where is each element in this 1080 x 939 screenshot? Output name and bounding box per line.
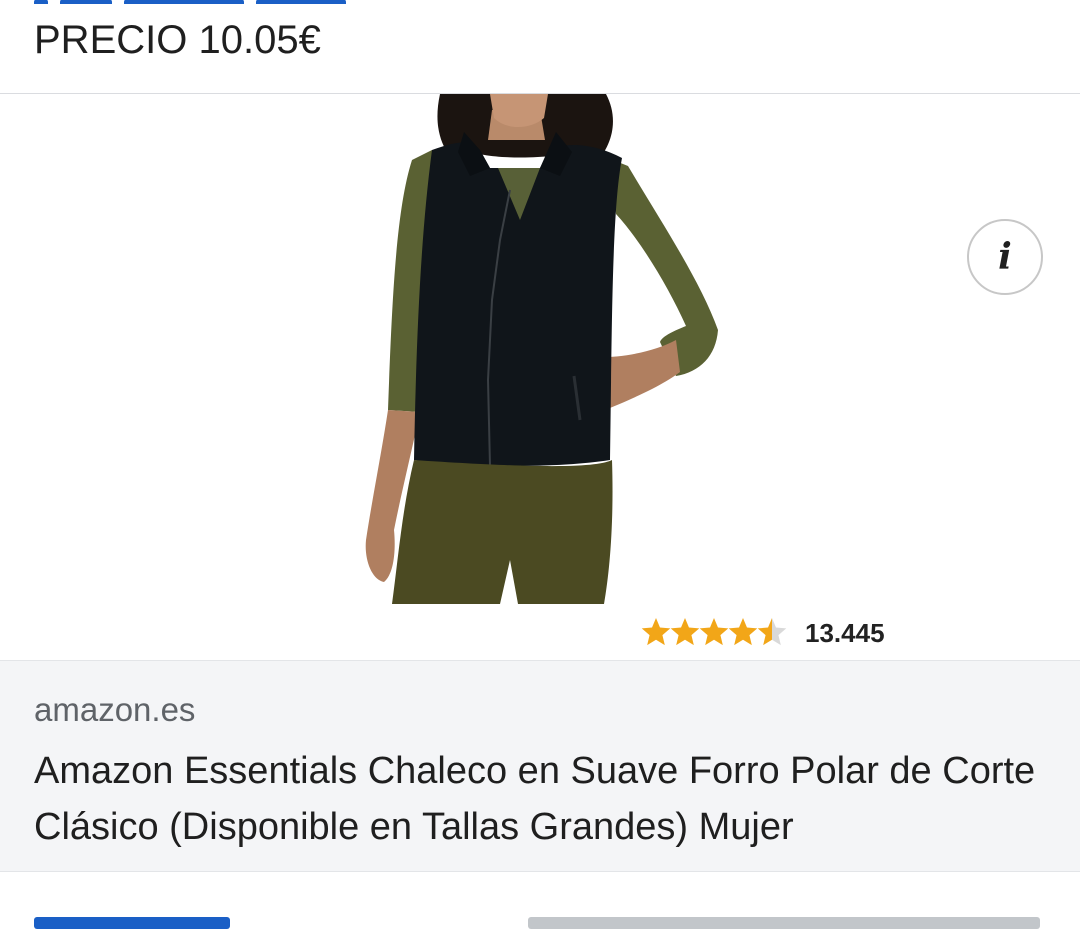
result-card[interactable]: amazon.es Amazon Essentials Chaleco en S… (0, 660, 1080, 872)
star-rating-icon (641, 618, 787, 646)
star-icon (670, 618, 700, 646)
source-domain: amazon.es (34, 691, 196, 728)
star-icon (699, 618, 729, 646)
review-count: 13.445 (805, 617, 885, 648)
star-icon (641, 618, 671, 646)
product-image[interactable]: i 13.445 (0, 94, 1080, 660)
top-link-partial[interactable] (34, 0, 346, 4)
price-text: PRECIO 10.05€ (34, 18, 321, 62)
star-icon (728, 618, 758, 646)
bottom-text-partial (528, 896, 1040, 939)
info-icon: i (998, 236, 1012, 278)
info-button[interactable]: i (967, 219, 1043, 295)
rating-row: 13.445 (641, 616, 885, 650)
star-icon (757, 618, 787, 646)
bottom-link-partial[interactable] (34, 896, 230, 939)
product-photo (0, 94, 1080, 660)
result-title[interactable]: Amazon Essentials Chaleco en Suave Forro… (34, 743, 1044, 855)
